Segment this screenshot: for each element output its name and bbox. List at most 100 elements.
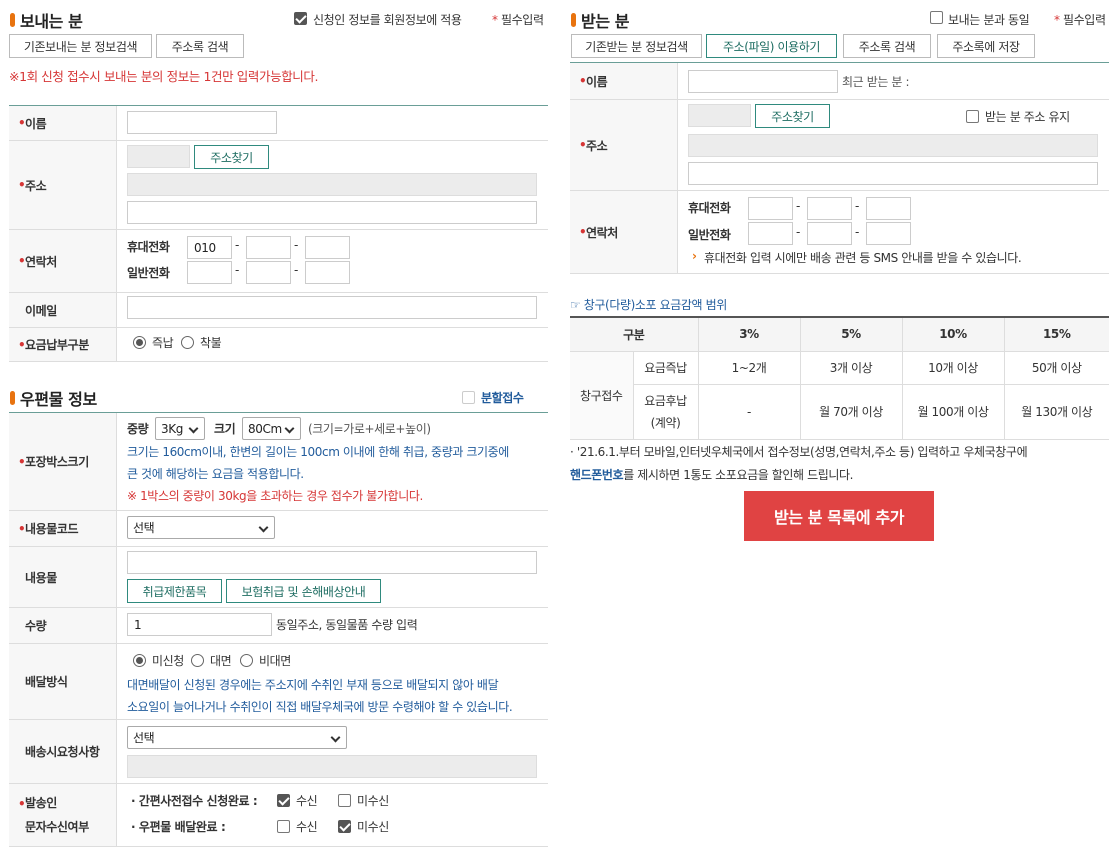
sender-address1-input[interactable]	[127, 173, 537, 196]
quantity-label: 수량	[25, 619, 47, 633]
contents-code-select[interactable]: 선택	[127, 516, 275, 539]
contents-label: 내용물	[25, 570, 57, 585]
sender-address-label: 주소	[25, 178, 47, 193]
sender-addressbook-button[interactable]: 주소록 검색	[156, 34, 244, 58]
size-desc-line1: 크기는 160cm이내, 한변의 길이는 100cm 이내에 한해 취급, 중량…	[127, 445, 509, 459]
delivery-face-radio[interactable]	[191, 654, 204, 667]
discount-title: ☞ 창구(다량)소포 요금감액 범위	[570, 296, 727, 313]
discount-row-prepaid: 창구접수 요금즉납 1~2개 3개 이상 10개 이상 50개 이상	[570, 351, 1109, 440]
receiver-mobile-3-input[interactable]	[866, 197, 911, 220]
section-marker-icon	[10, 391, 15, 405]
discount-note-line2: 핸드폰번호를 제시하면 1통도 소포요금을 할인해 드립니다.	[570, 466, 853, 483]
sender-address2-input[interactable]	[127, 201, 537, 224]
sms2-receive-label: 수신	[296, 820, 318, 834]
receiver-mobile-label: 휴대전화	[688, 201, 731, 215]
dash-separator: -	[796, 199, 800, 213]
receiver-address2-input[interactable]	[688, 162, 1098, 185]
postpaid-label-line1: 요금후납	[644, 393, 687, 408]
pay-later-radio[interactable]	[181, 336, 194, 349]
table-cell: 월 100개 이상	[902, 384, 1005, 440]
size-desc-line2: 큰 것에 해당하는 요금을 적용합니다.	[127, 467, 304, 481]
sms2-not-receive-checkbox[interactable]	[338, 820, 351, 833]
keep-address-checkbox[interactable]	[966, 110, 979, 123]
receiver-title-text: 받는 분	[581, 12, 630, 31]
table-cell: 월 130개 이상	[1004, 384, 1109, 440]
sms2-receive-checkbox[interactable]	[277, 820, 290, 833]
postpaid-label-cell: 요금후납 (계약)	[633, 384, 699, 440]
sender-mobile-1-input[interactable]: 010	[187, 236, 232, 259]
delivery-contactless-label: 비대면	[259, 654, 291, 668]
split-label: 분할접수	[481, 391, 524, 405]
sender-mobile-2-input[interactable]	[246, 236, 291, 259]
dash-separator: -	[294, 238, 298, 252]
delivery-request-input[interactable]	[127, 755, 537, 778]
code-row: • 내용물코드	[9, 511, 548, 547]
weight-label: 중량	[127, 422, 149, 436]
receiver-contact-label: 연락처	[586, 225, 618, 240]
restricted-items-button[interactable]: 취급제한품목	[127, 579, 222, 603]
sender-contact-label: 연락처	[25, 254, 57, 269]
required-mark: *	[1054, 13, 1060, 27]
sender-form-table: • 이름 • 주소 • 연락처 이메일 • 요금납부구분	[9, 105, 548, 362]
sender-phone-1-input[interactable]	[187, 261, 232, 284]
discount-table: 구분 3% 5% 10% 15% 창구접수 요금즉납 1~2개 3개 이상 10…	[570, 316, 1109, 440]
receiver-required-note: * 필수입력	[1054, 11, 1106, 28]
delivery-desc-line2: 소요일이 늘어나거나 수취인이 직접 배달우체국에 방문 수령해야 할 수 있습…	[127, 700, 513, 714]
receiver-zipcode-input[interactable]	[688, 104, 751, 127]
required-label: 필수입력	[501, 13, 544, 27]
discount-row-postpaid: 요금후납 (계약) - 월 70개 이상 월 100개 이상 월 130개 이상	[570, 384, 1109, 440]
sender-mobile-label: 휴대전화	[127, 240, 170, 254]
sender-phone-3-input[interactable]	[305, 261, 350, 284]
delivery-contactless-radio[interactable]	[240, 654, 253, 667]
existing-receiver-search-button[interactable]: 기존받는 분 정보검색	[571, 34, 702, 58]
quantity-input[interactable]: 1	[127, 613, 272, 636]
dash-separator: -	[294, 263, 298, 277]
contents-input[interactable]	[127, 551, 537, 574]
discount-header-10: 10%	[902, 317, 1005, 352]
sender-phone-2-input[interactable]	[246, 261, 291, 284]
insurance-info-button[interactable]: 보험취급 및 손해배상안내	[226, 579, 381, 603]
postal-section-title: 우편물 정보	[10, 386, 97, 410]
dash-separator: -	[855, 225, 859, 239]
receiver-phone-1-input[interactable]	[748, 222, 793, 245]
discount-header-15: 15%	[1004, 317, 1109, 352]
discount-header-category: 구분	[570, 317, 699, 352]
receiver-mobile-2-input[interactable]	[807, 197, 852, 220]
table-cell: 1~2개	[698, 351, 801, 385]
delivery-request-select[interactable]: 선택	[127, 726, 347, 749]
receiver-address1-input[interactable]	[688, 134, 1098, 157]
same-as-sender-checkbox[interactable]	[930, 11, 943, 24]
existing-sender-search-button[interactable]: 기존보내는 분 정보검색	[9, 34, 152, 58]
pay-now-radio[interactable]	[133, 336, 146, 349]
sms-row1-label: · 간편사전접수 신청완료 :	[131, 794, 258, 808]
receiver-name-input[interactable]	[688, 70, 838, 93]
size-select[interactable]: 80Cm	[242, 417, 301, 440]
receiver-phone-2-input[interactable]	[807, 222, 852, 245]
discount-header-5: 5%	[800, 317, 903, 352]
same-as-sender-label: 보내는 분과 동일	[948, 13, 1030, 27]
sms1-receive-checkbox[interactable]	[277, 794, 290, 807]
sender-mobile-3-input[interactable]	[305, 236, 350, 259]
receiver-mobile-1-input[interactable]	[748, 197, 793, 220]
receiver-phone-3-input[interactable]	[866, 222, 911, 245]
sender-payment-label: 요금납부구분	[25, 338, 89, 352]
delivery-none-radio[interactable]	[133, 654, 146, 667]
sms1-receive-label: 수신	[296, 794, 318, 808]
table-cell: 월 70개 이상	[800, 384, 903, 440]
address-file-button[interactable]: 주소(파일) 이용하기	[706, 34, 837, 58]
receiver-addressbook-button[interactable]: 주소록 검색	[843, 34, 931, 58]
save-member-checkbox[interactable]	[294, 12, 307, 25]
sender-find-address-button[interactable]: 주소찾기	[194, 145, 269, 169]
split-checkbox[interactable]	[462, 391, 475, 404]
sender-email-input[interactable]	[127, 296, 537, 319]
sender-zipcode-input[interactable]	[127, 145, 190, 168]
sender-name-label: 이름	[25, 116, 47, 131]
add-receiver-button[interactable]: 받는 분 목록에 추가	[744, 491, 934, 541]
sender-name-row: • 이름	[9, 106, 548, 141]
sms1-not-receive-checkbox[interactable]	[338, 794, 351, 807]
save-addressbook-button[interactable]: 주소록에 저장	[937, 34, 1035, 58]
section-marker-icon	[10, 13, 15, 27]
weight-select[interactable]: 3Kg	[155, 417, 205, 440]
receiver-find-address-button[interactable]: 주소찾기	[755, 104, 830, 128]
sender-name-input[interactable]	[127, 111, 277, 134]
